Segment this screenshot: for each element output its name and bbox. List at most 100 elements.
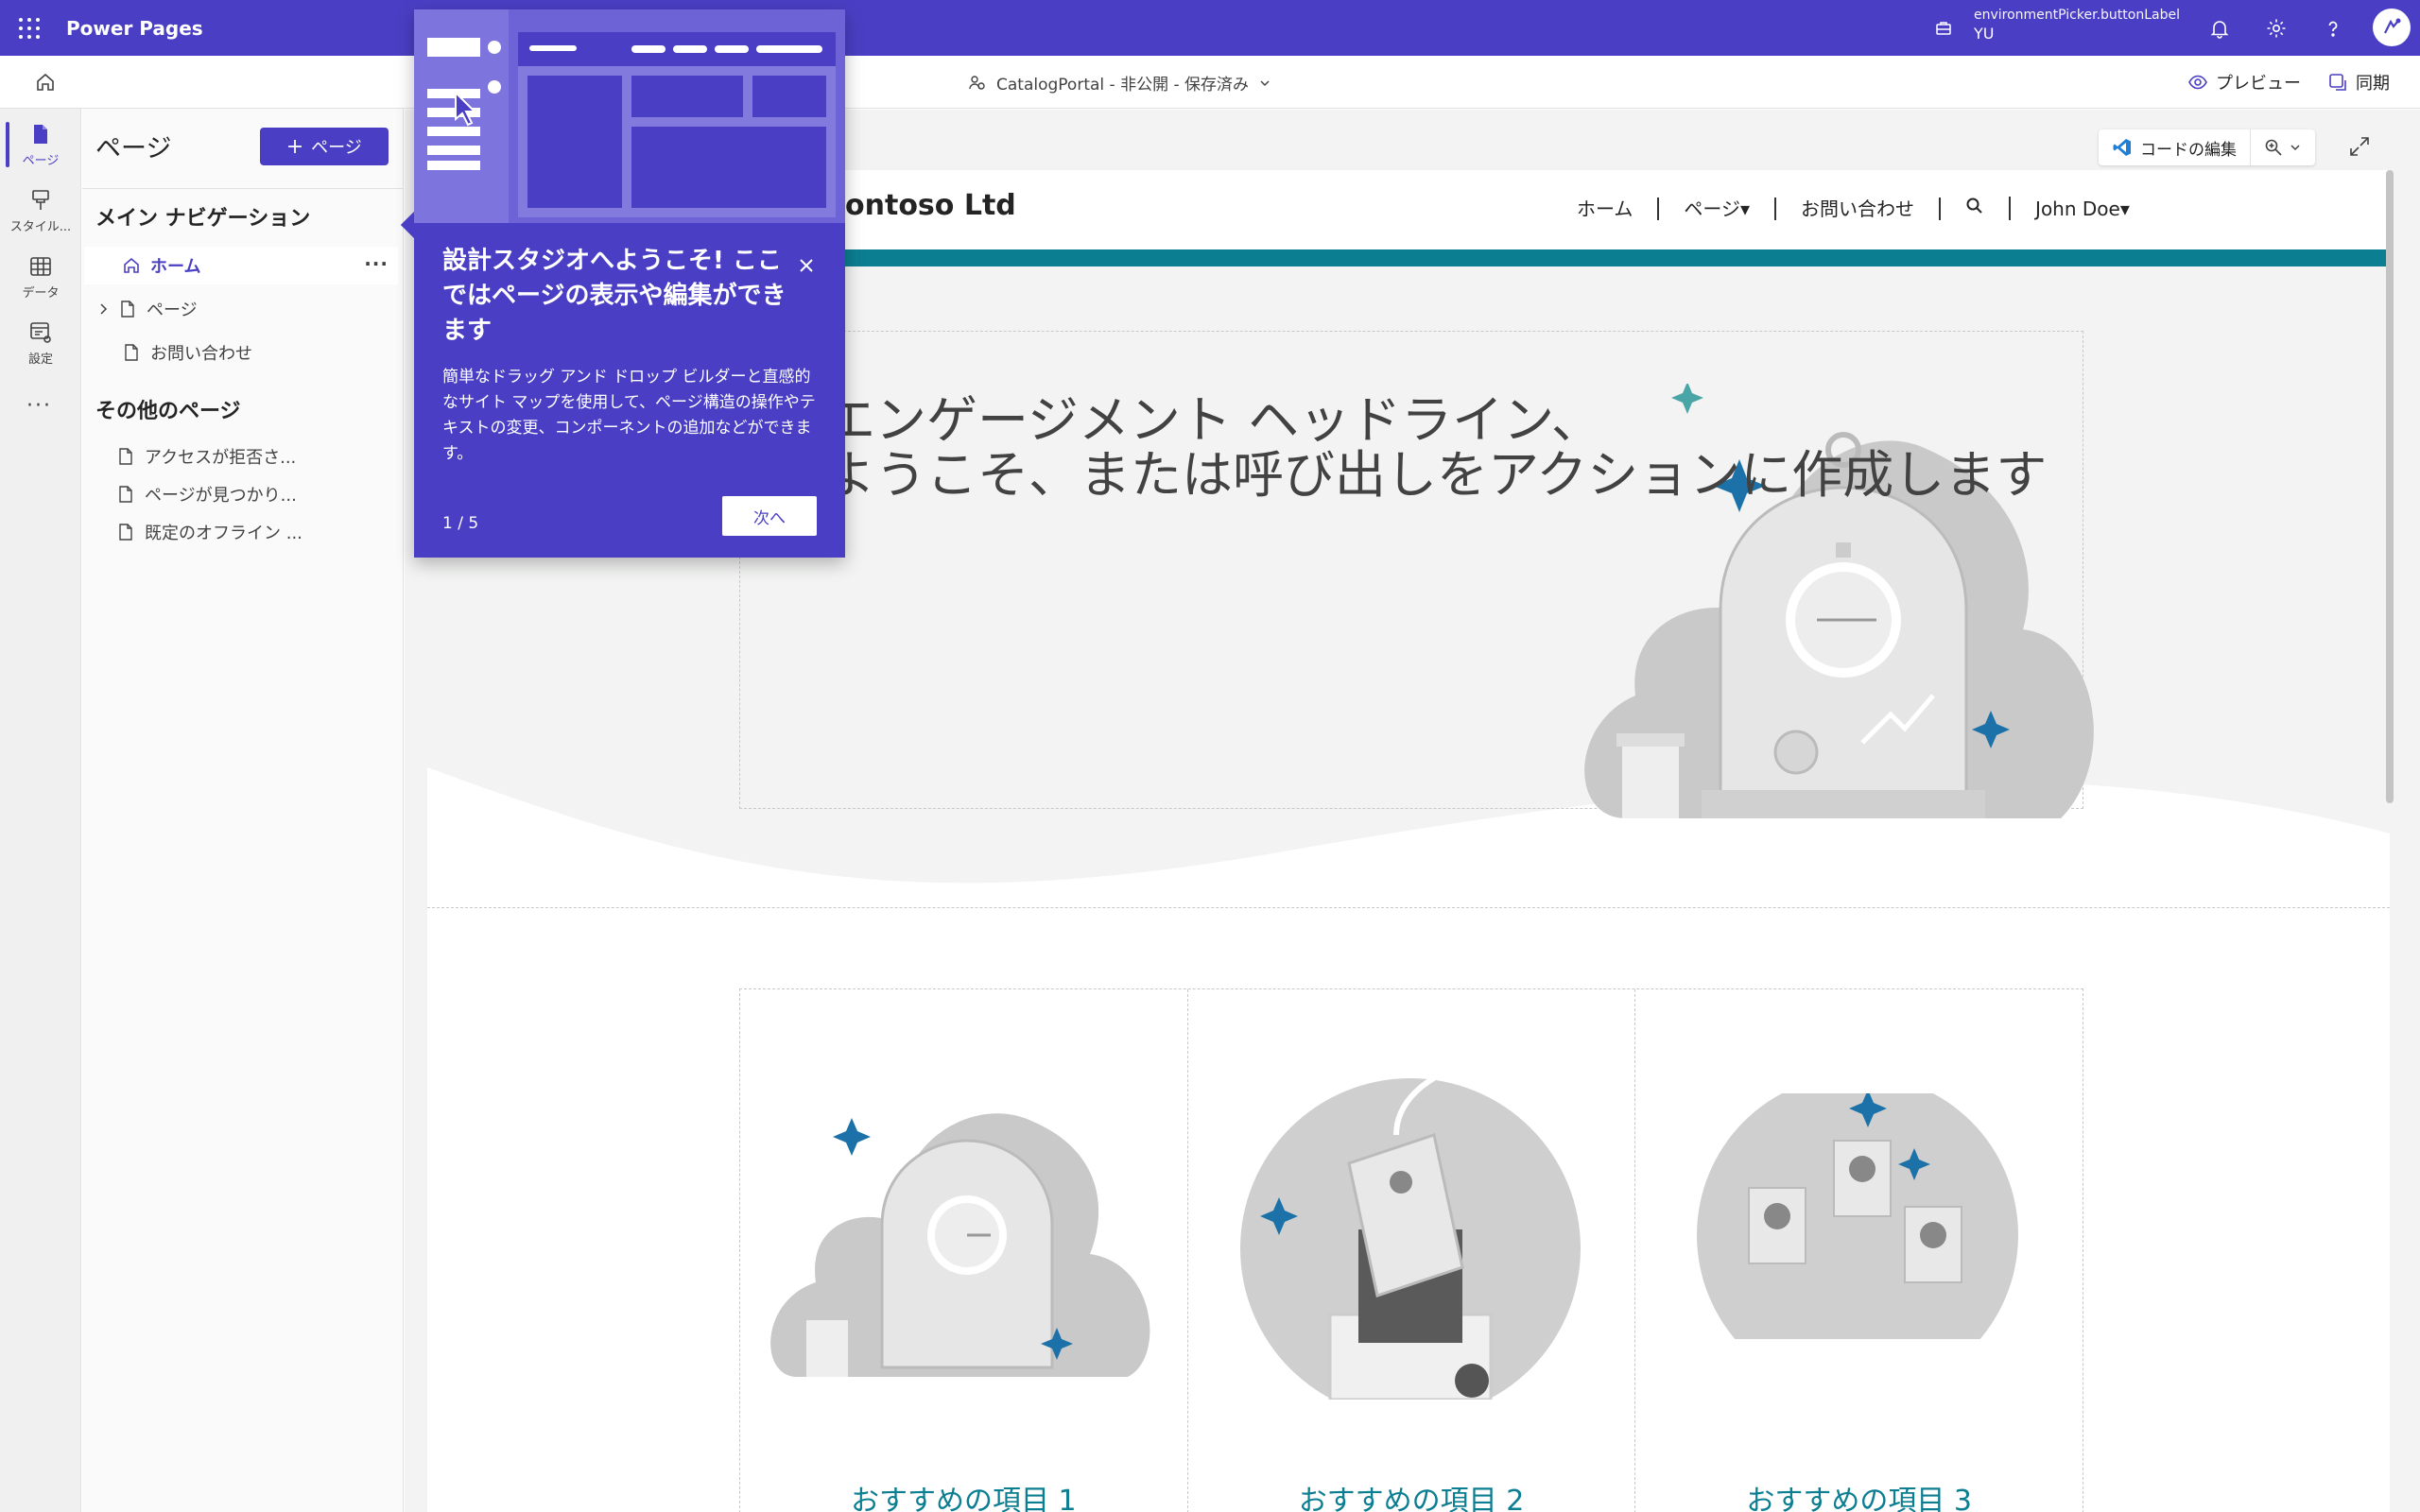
tree-item-access-denied[interactable]: アクセスが拒否さ... — [82, 438, 396, 475]
site-nav-user[interactable]: John Doe▾ — [2011, 198, 2154, 220]
rail-item-data[interactable]: データ — [0, 247, 81, 307]
sync-icon — [2329, 74, 2346, 91]
app-launcher-icon[interactable] — [17, 16, 40, 39]
stopwatch-illustration — [770, 1113, 1150, 1377]
close-icon[interactable] — [794, 253, 819, 278]
featured-cards: おすすめの項目 1 おすすめの項目 2 おすすめの項目 3 — [739, 988, 2083, 1512]
featured-card-3[interactable]: おすすめの項目 3 — [1635, 989, 2083, 1512]
copilot-icon — [2384, 18, 2401, 34]
bubble-illustration — [414, 9, 845, 223]
pages-panel: ページ ページ メイン ナビゲーション ホーム ··· ページ お問い合わせ そ… — [82, 109, 404, 1512]
rail-item-label: スタイル... — [9, 220, 72, 234]
more-icon[interactable]: ··· — [26, 394, 52, 418]
section-divider — [427, 907, 2390, 908]
canvas-scrollbar[interactable] — [2386, 170, 2394, 803]
tree-item-label: アクセスが拒否さ... — [145, 448, 297, 468]
site-nav-search[interactable] — [1941, 197, 2012, 220]
home-icon — [124, 257, 139, 273]
panel-title: ページ — [95, 134, 172, 163]
more-options-icon[interactable]: ··· — [364, 252, 389, 275]
tree-item-offline[interactable]: 既定のオフライン ... — [82, 513, 396, 551]
sync-button[interactable]: 同期 — [2327, 70, 2390, 94]
avatar[interactable] — [2373, 9, 2411, 46]
tree-item-pages[interactable]: ページ — [82, 290, 396, 328]
home-icon[interactable] — [34, 71, 57, 94]
documents-illustration — [1664, 1093, 2052, 1396]
command-bar: CatalogPortal - 非公開 - 保存済み プレビュー 同期 — [0, 56, 2420, 109]
environment-picker-label[interactable]: environmentPicker.buttonLabel — [1974, 8, 2180, 23]
tree-item-label: ページ — [147, 301, 198, 320]
other-pages-heading: その他のページ — [95, 400, 241, 423]
settings-icon — [30, 322, 51, 343]
page-icon — [34, 125, 47, 144]
hero-headline-line2[interactable]: ようこそ、または呼び出しをアクションに作成します — [824, 433, 2047, 507]
chevron-down-icon — [1260, 79, 1270, 86]
edit-code-label: コードの編集 — [2140, 140, 2237, 160]
bell-icon[interactable] — [2208, 17, 2231, 40]
bubble-body: 簡単なドラッグ アンド ドロップ ビルダーと直感的なサイト マップを使用して、ペ… — [442, 368, 816, 463]
environment-picker-value[interactable]: YU — [1974, 25, 1994, 43]
site-nav-contact[interactable]: お問い合わせ — [1776, 197, 1942, 220]
featured-card-title[interactable]: おすすめの項目 1 — [740, 1477, 1187, 1512]
featured-card-2[interactable]: おすすめの項目 2 — [1188, 989, 1636, 1512]
tree-item-label: お問い合わせ — [150, 344, 252, 364]
bubble-step-counter: 1 / 5 — [442, 514, 479, 533]
featured-card-title[interactable]: おすすめの項目 2 — [1188, 1477, 1635, 1512]
rail-item-settings[interactable]: 設定 — [0, 313, 81, 373]
plus-icon — [288, 140, 302, 153]
expand-icon[interactable] — [2348, 135, 2371, 158]
featured-card-title[interactable]: おすすめの項目 3 — [1635, 1477, 2083, 1512]
page-icon — [119, 448, 132, 465]
tree-item-not-found[interactable]: ページが見つかり... — [82, 475, 396, 513]
featured-card-1[interactable]: おすすめの項目 1 — [740, 989, 1188, 1512]
tree-item-label: 既定のオフライン ... — [145, 524, 302, 543]
edit-code-button[interactable]: コードの編集 — [2099, 129, 2251, 165]
page-icon — [125, 344, 138, 361]
canvas-toolbar: コードの編集 — [2099, 129, 2315, 165]
top-bar: Power Pages environmentPicker.buttonLabe… — [0, 0, 2420, 56]
site-nav-pages[interactable]: ページ▾ — [1659, 197, 1777, 220]
divider — [82, 188, 404, 189]
studio-layout-illustration — [414, 9, 836, 223]
site-users-icon — [969, 75, 985, 90]
tree-item-contact[interactable]: お問い合わせ — [82, 334, 396, 371]
rail-item-label: 設定 — [27, 352, 53, 367]
rail-item-label: ページ — [22, 154, 60, 168]
tree-item-label: ページが見つかり... — [145, 486, 297, 506]
tree-item-label: ホーム — [150, 257, 201, 277]
vscode-icon — [2113, 139, 2131, 156]
environment-icon[interactable] — [1934, 19, 1953, 38]
add-page-label: ページ — [311, 138, 362, 158]
tree-item-home[interactable]: ホーム ··· — [84, 247, 398, 284]
zoom-icon — [2265, 139, 2282, 156]
chevron-down-icon — [2290, 145, 2300, 151]
main-nav-heading: メイン ナビゲーション — [95, 207, 311, 231]
page-icon — [119, 486, 132, 503]
site-status-dropdown[interactable]: CatalogPortal - 非公開 - 保存済み — [968, 71, 1271, 94]
zoom-dropdown[interactable] — [2251, 129, 2315, 165]
preview-label: プレビュー — [2216, 74, 2301, 94]
teaching-bubble: 設計スタジオへようこそ! ここではページの表示や編集ができます 簡単なドラッグ … — [400, 9, 845, 558]
table-icon — [30, 257, 51, 276]
help-icon[interactable] — [2322, 17, 2344, 40]
chevron-right-icon[interactable] — [95, 301, 111, 317]
app-title[interactable]: Power Pages — [66, 17, 203, 40]
next-button[interactable]: 次へ — [722, 496, 817, 536]
site-nav-home[interactable]: ホーム — [1552, 197, 1660, 220]
paintbrush-icon — [32, 190, 49, 210]
site-name[interactable]: Contoso Ltd — [824, 189, 1016, 222]
package-illustration — [1239, 1078, 1581, 1400]
site-nav: ホーム ページ▾ お問い合わせ John Doe▾ — [1552, 197, 2154, 220]
rail-item-styling[interactable]: スタイル... — [0, 180, 81, 241]
site-status-text: CatalogPortal - 非公開 - 保存済み — [996, 76, 1250, 94]
left-rail: ページ スタイル... データ 設定 ··· — [0, 109, 81, 1512]
preview-button[interactable]: プレビュー — [2187, 70, 2301, 94]
rail-item-label: データ — [22, 286, 60, 301]
sync-label: 同期 — [2356, 74, 2390, 94]
add-page-button[interactable]: ページ — [260, 128, 389, 165]
gear-icon[interactable] — [2265, 17, 2288, 40]
page-icon — [119, 524, 132, 541]
bubble-title: 設計スタジオへようこそ! ここではページの表示や編集ができます — [442, 247, 786, 345]
rail-item-pages[interactable]: ページ — [0, 114, 81, 175]
eye-icon — [2188, 75, 2207, 90]
